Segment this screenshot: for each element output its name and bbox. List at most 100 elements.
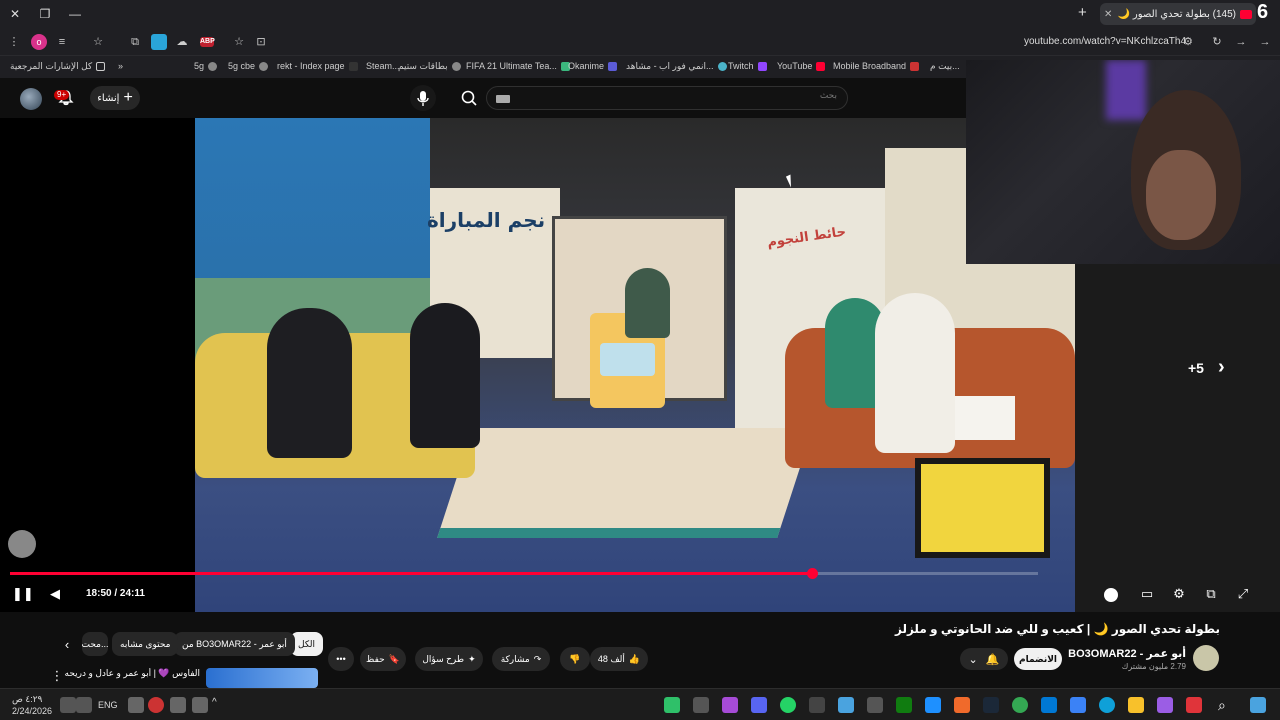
extension-icon[interactable]: [151, 34, 167, 50]
taskbar-app-icon[interactable]: [838, 697, 854, 713]
bookmark-mobile-broadband[interactable]: Mobile Broadband: [833, 61, 920, 71]
record-tray-icon[interactable]: [148, 697, 164, 713]
mic-tray-icon[interactable]: [128, 697, 144, 713]
bookmark-steam[interactable]: Steam...: [366, 61, 400, 71]
next-videos-indicator[interactable]: +5 ›: [1188, 356, 1225, 379]
edge-icon[interactable]: [1099, 697, 1115, 713]
install-app-icon[interactable]: ⊡: [253, 34, 269, 50]
tab-youtube[interactable]: (145) بطولة تحدي الصور 🌙 ✕: [1100, 3, 1256, 25]
speaker-icon[interactable]: [60, 697, 76, 713]
bookmark-steam-cards[interactable]: بطاقات ستيم: [398, 61, 461, 72]
taskbar-app-icon[interactable]: [722, 697, 738, 713]
settings-gear-icon[interactable]: ⚙: [1170, 586, 1188, 602]
bookmark-all-folder[interactable]: كل الإشارات المرجعية: [10, 61, 106, 72]
bookmark-rekt[interactable]: rekt - Index page: [277, 61, 358, 71]
steam-icon[interactable]: [983, 697, 999, 713]
bookmark-twitch[interactable]: Twitch: [728, 61, 767, 71]
bookmark-house[interactable]: بيت م...: [930, 61, 960, 72]
taskbar-app-icon[interactable]: [809, 697, 825, 713]
tray-app-icon[interactable]: [170, 697, 186, 713]
chrome-icon[interactable]: [1012, 697, 1028, 713]
language-indicator[interactable]: ENG: [98, 700, 118, 710]
save-button[interactable]: حفظ 🔖: [360, 647, 406, 671]
subtitles-icon[interactable]: ▭: [1138, 586, 1156, 602]
create-button[interactable]: إنشاء +: [90, 86, 140, 110]
chips-left-chevron-icon[interactable]: ‹: [58, 637, 76, 653]
keyboard-icon[interactable]: [496, 95, 510, 103]
tray-expand-icon[interactable]: ^: [212, 697, 228, 713]
cloud-icon[interactable]: ☁: [174, 34, 190, 50]
account-avatar[interactable]: [20, 88, 42, 110]
favorites-icon[interactable]: ☆: [90, 34, 106, 50]
url-text[interactable]: youtube.com/watch?v=NKchlzcaTh4: [1024, 36, 1186, 47]
search-box[interactable]: [486, 86, 848, 110]
vscode-icon[interactable]: [1157, 697, 1173, 713]
file-explorer-icon[interactable]: [1128, 697, 1144, 713]
reload-icon[interactable]: ↻: [1209, 34, 1225, 50]
taskbar-app-icon[interactable]: [867, 697, 883, 713]
search-input[interactable]: [537, 91, 837, 101]
progress-bar[interactable]: [10, 568, 1038, 579]
close-window-icon[interactable]: ✕: [6, 5, 24, 23]
bookmark-5g[interactable]: 5g: [194, 61, 218, 71]
video-player[interactable]: نجم المباراة حائط النجوم: [0, 118, 1075, 612]
bookmarks-more-icon[interactable]: »: [118, 61, 123, 71]
extensions-icon[interactable]: ⧉: [127, 34, 143, 50]
menu-kebab-icon[interactable]: ⋮: [6, 34, 22, 50]
recommended-title[interactable]: الفاوس 💜 | أبو عمر و عادل و دريحه: [60, 668, 200, 679]
taskbar-app-icon[interactable]: [925, 697, 941, 713]
pause-icon[interactable]: ❚❚: [12, 586, 34, 602]
tray-app-icon[interactable]: [192, 697, 208, 713]
subscribed-button[interactable]: ⌄ 🔔: [960, 648, 1008, 670]
site-settings-icon[interactable]: ⚙: [1180, 34, 1196, 50]
channel-name[interactable]: أبو عمر - BO3OMAR22: [1068, 647, 1186, 660]
reading-list-icon[interactable]: ≡: [54, 34, 70, 50]
voice-search-button[interactable]: [410, 85, 436, 111]
chip-related[interactable]: محتوى مشابه: [112, 632, 179, 656]
adblock-icon[interactable]: ABP: [200, 37, 215, 47]
restore-window-icon[interactable]: ❐: [36, 5, 54, 23]
progress-scrubber[interactable]: [806, 568, 818, 579]
chip-from-channel[interactable]: من BO3OMAR22 - أبو عمر: [174, 632, 295, 656]
bookmark-okanime[interactable]: Okanime: [568, 61, 618, 71]
taskbar-app-icon[interactable]: [693, 697, 709, 713]
bookmark-5g-cbe[interactable]: 5g cbe: [228, 61, 269, 71]
discord-icon[interactable]: [751, 697, 767, 713]
recommended-thumbnail[interactable]: [206, 668, 318, 688]
xbox-icon[interactable]: [896, 697, 912, 713]
windows-start-icon[interactable]: [1250, 697, 1266, 713]
recommended-menu-icon[interactable]: ⋮: [48, 668, 66, 684]
fullscreen-icon[interactable]: ⤢: [1234, 586, 1252, 602]
clock-date[interactable]: 2/24/2026: [12, 706, 52, 716]
search-button[interactable]: [454, 86, 484, 110]
whatsapp-icon[interactable]: [780, 697, 796, 713]
volume-icon[interactable]: ◀: [46, 586, 64, 602]
taskbar-app-icon[interactable]: [954, 697, 970, 713]
miniplayer-icon[interactable]: ⧉: [1202, 586, 1220, 602]
like-button[interactable]: 48 ألف 👍: [590, 647, 648, 671]
profile-avatar[interactable]: o: [31, 34, 47, 50]
search-taskbar-icon[interactable]: ⌕: [1218, 697, 1234, 713]
ask-button[interactable]: طرح سؤال ✦: [415, 647, 483, 671]
taskbar-app-icon[interactable]: [1186, 697, 1202, 713]
bookmark-anime4up[interactable]: انمي فور اب - مشاهد...: [626, 61, 727, 72]
store-icon[interactable]: [1070, 697, 1086, 713]
join-button[interactable]: الانضمام: [1014, 648, 1062, 670]
outlook-icon[interactable]: [1041, 697, 1057, 713]
bookmark-youtube[interactable]: YouTube: [777, 61, 826, 71]
more-actions-button[interactable]: •••: [328, 647, 354, 671]
clock-time[interactable]: ٤:٢٩ ص: [12, 694, 42, 705]
taskbar-app-icon[interactable]: [664, 697, 680, 713]
autoplay-toggle[interactable]: [1104, 588, 1118, 602]
channel-avatar[interactable]: [1193, 645, 1219, 671]
close-tab-icon[interactable]: ✕: [1104, 9, 1112, 20]
network-icon[interactable]: [76, 697, 92, 713]
chip-more[interactable]: محت...: [82, 632, 108, 656]
minimize-window-icon[interactable]: —: [66, 5, 84, 23]
channel-watermark[interactable]: [8, 530, 36, 558]
chip-all[interactable]: الكل: [290, 632, 324, 656]
bookmark-fifa[interactable]: FIFA 21 Ultimate Tea...: [466, 61, 570, 71]
bookmark-star-icon[interactable]: ☆: [231, 34, 247, 50]
share-button[interactable]: مشاركة ↷: [492, 647, 550, 671]
dislike-button[interactable]: 👎: [560, 647, 590, 671]
